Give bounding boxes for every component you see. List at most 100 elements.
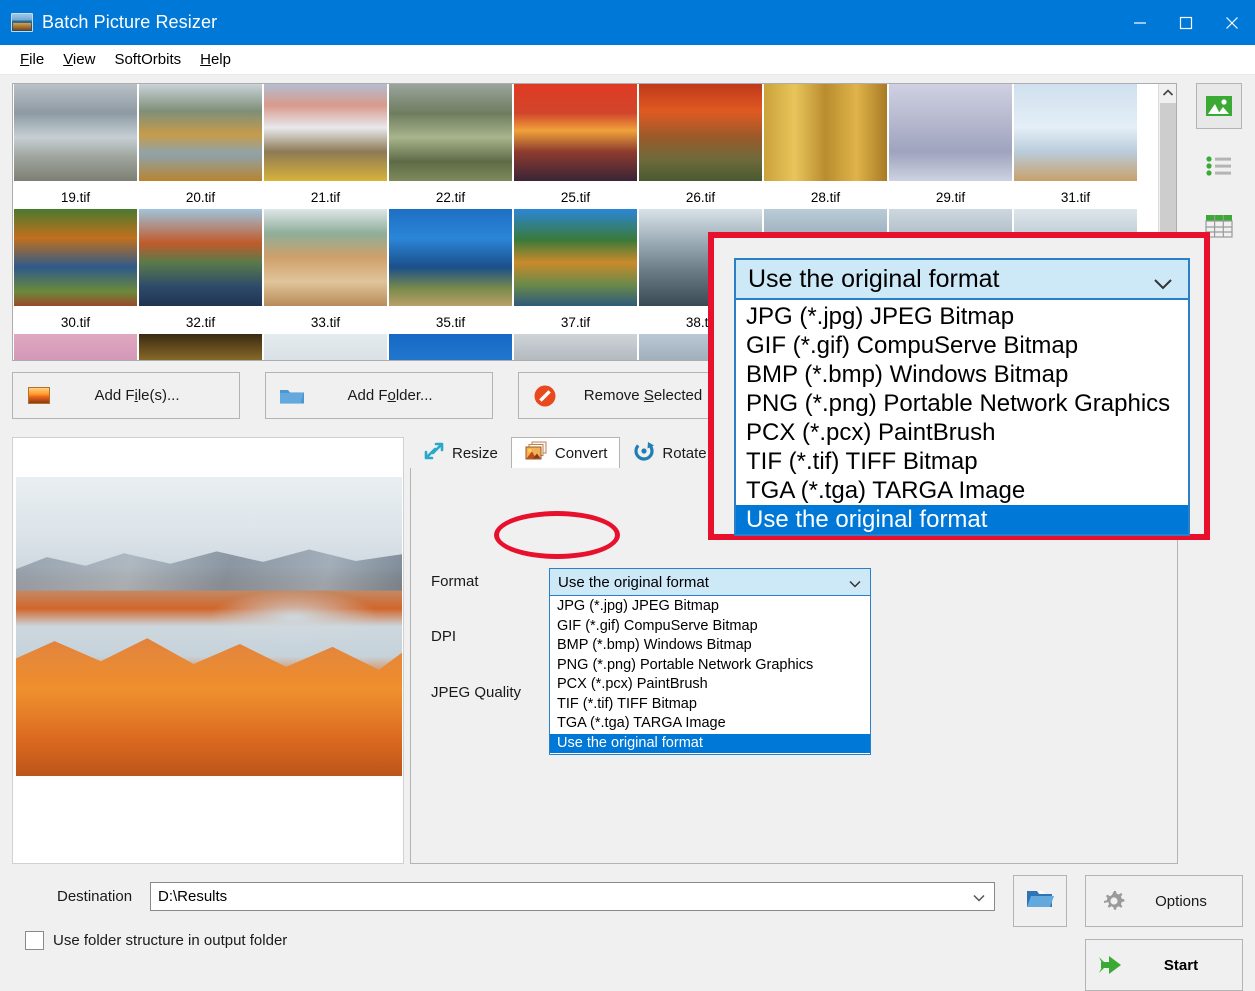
tab-label: Convert [555, 445, 608, 462]
combobox-option[interactable]: TGA (*.tga) TARGA Image [550, 714, 870, 734]
menu-item-softorbits[interactable]: SoftOrbits [105, 48, 190, 71]
list-item[interactable]: 18.tif [1013, 83, 1138, 187]
format-combobox[interactable]: Use the original format [549, 568, 871, 596]
callout-combobox[interactable]: Use the original format [734, 258, 1190, 300]
combobox-option-selected[interactable]: Use the original format [550, 734, 870, 754]
destination-value: D:\Results [158, 888, 227, 905]
rotate-icon [633, 441, 655, 465]
chevron-up-icon[interactable] [1159, 84, 1176, 102]
combobox-option[interactable]: JPG (*.jpg) JPEG Bitmap [550, 597, 870, 617]
list-item[interactable]: 19.tif [13, 187, 138, 312]
menu-bar: File View SoftOrbits Help [0, 45, 1255, 75]
menu-item-view[interactable]: View [54, 48, 104, 71]
tab-convert[interactable]: Convert [511, 437, 621, 469]
title-bar: Batch Picture Resizer [0, 0, 1255, 45]
thumbnail-label: 35.tif [388, 312, 513, 333]
tab-label: Rotate [662, 445, 706, 462]
combobox-option[interactable]: TGA (*.tga) TARGA Image [736, 476, 1188, 505]
thumbnail-label: 19.tif [13, 187, 138, 208]
thumbnail-label: 28.tif [763, 187, 888, 208]
menu-item-help[interactable]: Help [191, 48, 240, 71]
thumbnail-image [1013, 83, 1138, 182]
combobox-option[interactable]: PNG (*.png) Portable Network Graphics [736, 389, 1188, 418]
thumbnail-image [888, 83, 1013, 182]
combobox-option[interactable]: GIF (*.gif) CompuServe Bitmap [736, 331, 1188, 360]
list-item[interactable]: 5.tif [13, 83, 138, 187]
combobox-option[interactable]: PCX (*.pcx) PaintBrush [736, 418, 1188, 447]
tab-rotate[interactable]: Rotate [620, 437, 719, 469]
options-label: Options [1142, 893, 1242, 910]
chevron-down-icon[interactable] [972, 890, 986, 907]
thumbnail-image [263, 333, 388, 361]
list-item[interactable]: 20.tif [138, 187, 263, 312]
list-item[interactable]: 37.tif [513, 312, 638, 361]
thumbnail-label: 20.tif [138, 187, 263, 208]
list-item[interactable]: 7.tif [263, 83, 388, 187]
list-item[interactable]: 6.tif [138, 83, 263, 187]
combobox-option-selected[interactable]: Use the original format [736, 505, 1188, 534]
maximize-icon[interactable] [1163, 0, 1209, 45]
options-button[interactable]: Options [1085, 875, 1243, 927]
thumbnail-image [763, 83, 888, 182]
folder-structure-label: Use folder structure in output folder [53, 932, 287, 949]
thumbnail-label: 37.tif [513, 312, 638, 333]
combobox-option[interactable]: TIF (*.tif) TIFF Bitmap [550, 695, 870, 715]
list-item[interactable]: 30.tif [13, 312, 138, 361]
callout-combobox-options[interactable]: JPG (*.jpg) JPEG Bitmap GIF (*.gif) Comp… [734, 300, 1190, 536]
thumbnail-image [513, 83, 638, 182]
thumbnail-image [138, 333, 263, 361]
combobox-option[interactable]: JPG (*.jpg) JPEG Bitmap [736, 302, 1188, 331]
thumbnail-image [13, 333, 138, 361]
scrollbar-thumb[interactable] [1160, 103, 1176, 253]
list-item[interactable]: 14.tif [763, 83, 888, 187]
list-view-button[interactable] [1196, 143, 1242, 189]
folder-structure-row[interactable]: Use folder structure in output folder [25, 931, 287, 950]
resize-arrows-icon [423, 441, 445, 465]
list-item[interactable]: 11.tif [513, 83, 638, 187]
list-item[interactable]: 32.tif [138, 312, 263, 361]
combobox-option[interactable]: GIF (*.gif) CompuServe Bitmap [550, 617, 870, 637]
menu-item-file[interactable]: File [11, 48, 53, 71]
list-item[interactable]: 33.tif [263, 312, 388, 361]
thumbnail-label: 21.tif [263, 187, 388, 208]
combobox-option[interactable]: BMP (*.bmp) Windows Bitmap [550, 636, 870, 656]
minimize-icon[interactable] [1117, 0, 1163, 45]
list-item[interactable]: 25.tif [513, 187, 638, 312]
close-icon[interactable] [1209, 0, 1255, 45]
preview-image [16, 477, 402, 776]
format-combobox-value: Use the original format [558, 574, 709, 591]
thumbnail-label: 22.tif [388, 187, 513, 208]
window-controls [1117, 0, 1255, 45]
list-item[interactable]: 17.tif [888, 83, 1013, 187]
thumbnail-image [138, 208, 263, 307]
start-button[interactable]: Start [1085, 939, 1243, 991]
thumbnail-view-button[interactable] [1196, 83, 1242, 129]
browse-folder-button[interactable] [1013, 875, 1067, 927]
tab-resize[interactable]: Resize [410, 437, 511, 469]
thumbnail-image [513, 333, 638, 361]
chevron-down-icon [848, 576, 862, 593]
app-picture-icon [11, 13, 33, 32]
thumbnail-label: 30.tif [13, 312, 138, 333]
combobox-option[interactable]: TIF (*.tif) TIFF Bitmap [736, 447, 1188, 476]
folder-structure-checkbox[interactable] [25, 931, 44, 950]
combobox-option[interactable]: PNG (*.png) Portable Network Graphics [550, 656, 870, 676]
list-item[interactable]: 10.tif [388, 83, 513, 187]
chevron-down-icon [1152, 270, 1174, 299]
thumbnail-image [13, 83, 138, 182]
thumbnail-image [138, 83, 263, 182]
list-item[interactable]: 12.tif [638, 83, 763, 187]
combobox-option[interactable]: PCX (*.pcx) PaintBrush [550, 675, 870, 695]
list-item[interactable]: 22.tif [388, 187, 513, 312]
list-item[interactable]: 21.tif [263, 187, 388, 312]
combobox-option[interactable]: BMP (*.bmp) Windows Bitmap [736, 360, 1188, 389]
format-combobox-options[interactable]: JPG (*.jpg) JPEG Bitmap GIF (*.gif) Comp… [549, 596, 871, 755]
convert-images-icon [524, 441, 548, 465]
thumbnail-image [638, 83, 763, 182]
list-item[interactable]: 35.tif [388, 312, 513, 361]
add-files-button[interactable]: Add File(s)... [12, 372, 240, 419]
callout-combobox-value: Use the original format [748, 265, 1000, 294]
remove-icon [519, 384, 571, 408]
add-folder-button[interactable]: Add Folder... [265, 372, 493, 419]
destination-input[interactable]: D:\Results [150, 882, 995, 911]
